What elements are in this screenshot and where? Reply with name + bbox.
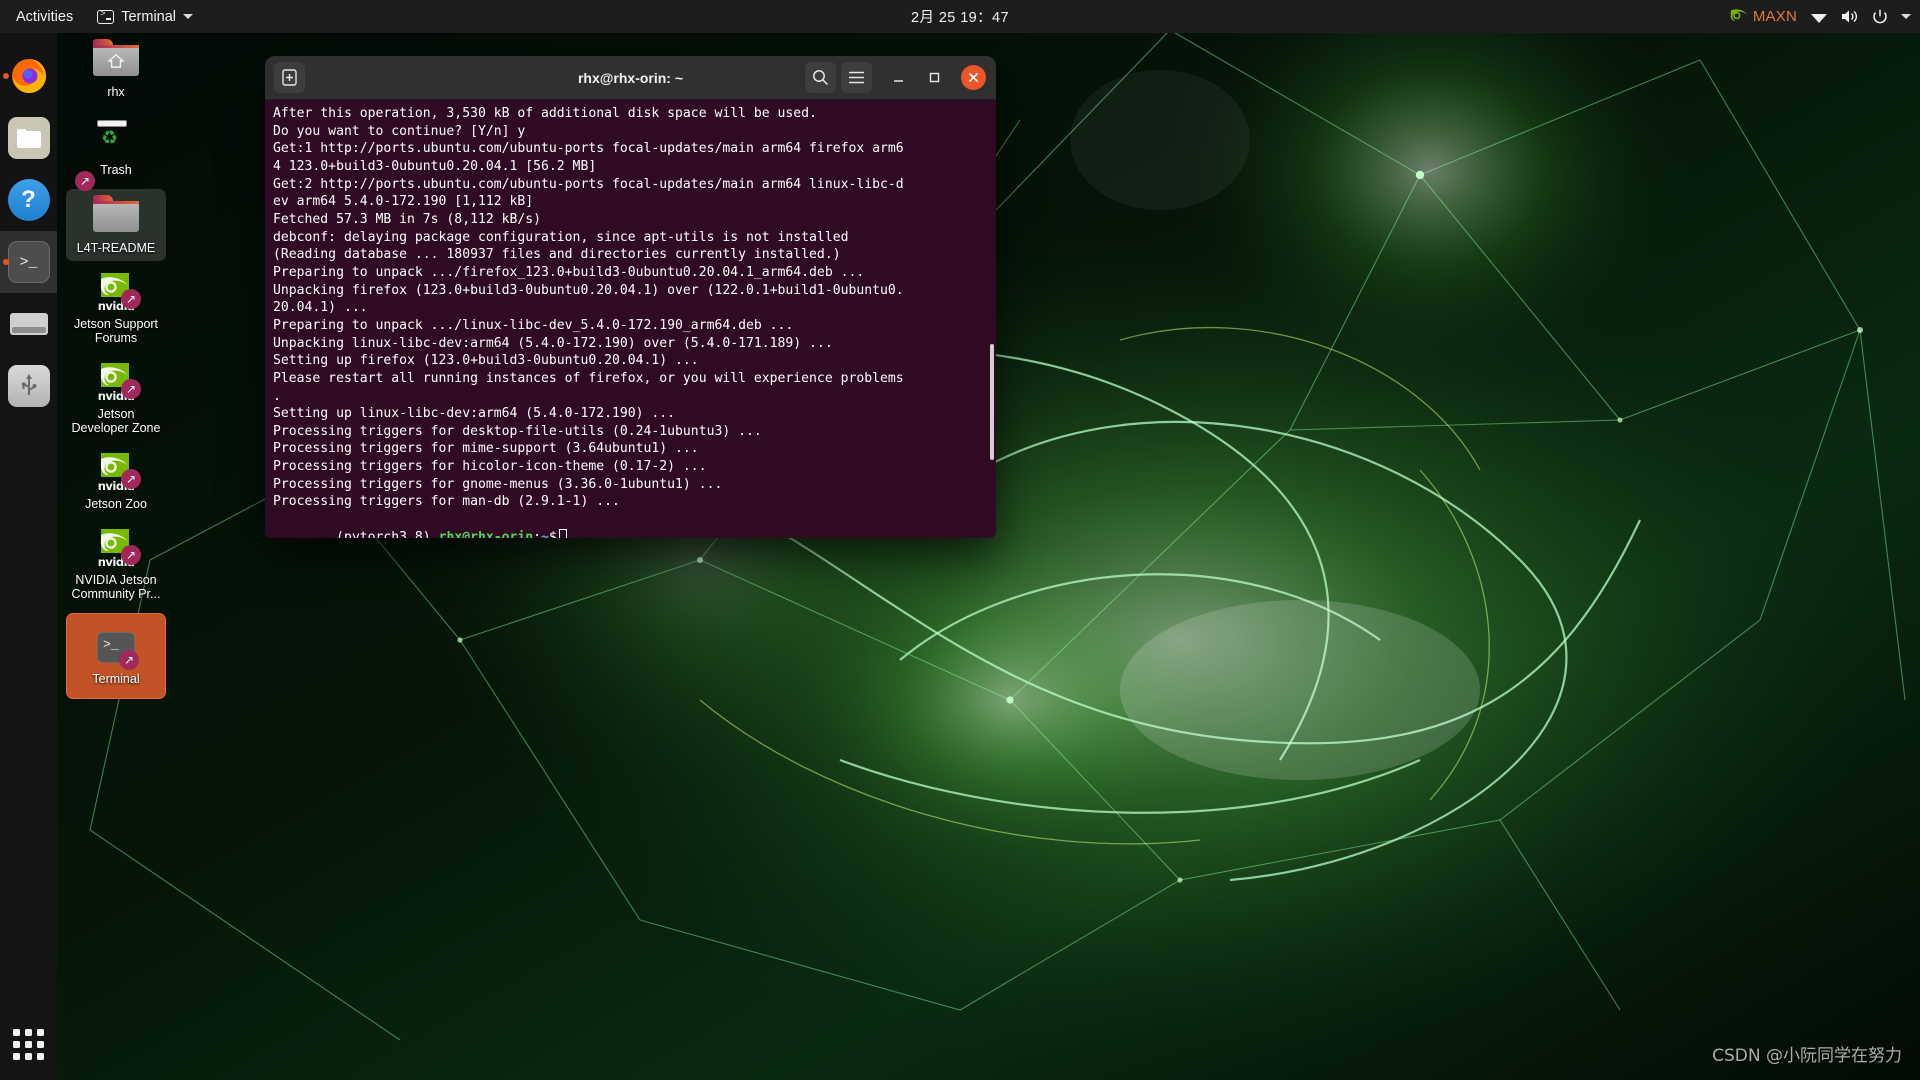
nvidia-shortcut-icon: nvidia ↗ [93,529,141,569]
desktop-screen: Activities Terminal 2月 25 19：47 MAXN [0,0,1920,1080]
nvidia-logo-icon [1730,9,1747,21]
desktop-icon-jetson-zoo[interactable]: nvidia ↗ Jetson Zoo [66,447,166,517]
terminal-output: After this operation, 3,530 kB of additi… [273,106,904,510]
dock-item-terminal[interactable]: >_ [0,231,57,293]
terminal-prompt-line: (pytorch3.8) rhx@rhx-orin:~$ [273,511,996,538]
desktop-icon-label: Terminal [92,672,140,686]
terminal-content-area[interactable]: After this operation, 3,530 kB of additi… [265,100,996,538]
prompt-sigil: $ [548,529,557,538]
desktop-icon-label: rhx [107,85,125,99]
terminal-icon [97,9,115,24]
trash-icon: ♻ [101,128,119,149]
power-mode-label: MAXN [1752,8,1797,25]
volume-icon[interactable] [1841,9,1859,24]
running-indicator [3,259,9,265]
terminal-title-bar[interactable]: rhx@rhx-orin: ~ [265,56,996,100]
prompt-path: ~ [541,529,549,538]
nvidia-shortcut-icon: nvidia ↗ [93,363,141,403]
desktop-icon-jetson-support-forums[interactable]: nvidia ↗ Jetson Support Forums [66,267,166,351]
terminal-scrollbar[interactable] [990,344,994,460]
shortcut-badge-icon: ↗ [121,379,141,399]
desktop-icon-rhx[interactable]: rhx [66,33,166,105]
desktop-icon-nvidia-jetson-community-projects[interactable]: nvidia ↗ NVIDIA Jetson Community Pr... [66,523,166,607]
shortcut-badge-icon: ↗ [75,171,95,191]
desktop-icon-jetson-developer-zone[interactable]: nvidia ↗ Jetson Developer Zone [66,357,166,441]
terminal-icon: >_ [7,241,50,283]
text-cursor [558,528,567,538]
shortcut-badge-icon: ↗ [121,469,141,489]
desktop-icon-terminal[interactable]: >_ ↗ Terminal [66,613,166,699]
dock-item-help[interactable]: ? [0,169,57,231]
shortcut-badge-icon: ↗ [119,650,139,670]
desktop-icon-label: Jetson Developer Zone [71,407,161,435]
close-icon[interactable] [961,65,986,90]
desktop-icon-label: NVIDIA Jetson Community Pr... [71,573,161,601]
maximize-icon[interactable] [919,62,950,93]
wifi-icon[interactable] [1810,10,1828,24]
folder-shortcut-icon: ↗ [75,171,139,237]
show-applications-button[interactable] [0,1008,57,1080]
power-icon[interactable] [1872,9,1888,25]
shortcut-badge-icon: ↗ [121,545,141,565]
prompt-user-host: rhx@rhx-orin [438,529,534,538]
hamburger-menu-icon[interactable] [841,62,872,93]
minimize-icon[interactable] [883,62,914,93]
watermark: CSDN @小阮同学在努力 [1712,1046,1902,1066]
left-dock: ? >_ [0,33,57,1080]
top-bar: Activities Terminal 2月 25 19：47 MAXN [0,0,1920,33]
desktop-icon-l4t-readme[interactable]: ↗ L4T-README [66,171,166,261]
status-menu-chevron-down-icon[interactable] [1901,14,1911,19]
usb-icon [7,365,50,407]
dock-item-files[interactable] [0,107,57,169]
search-icon[interactable] [805,62,836,93]
clock[interactable]: 2月 25 19：47 [911,6,1009,27]
home-folder-icon [93,39,139,81]
power-mode-indicator[interactable]: MAXN [1728,8,1797,25]
new-tab-icon[interactable] [274,62,305,93]
desktop-icon-label: Jetson Zoo [85,497,147,511]
nvidia-shortcut-icon: nvidia ↗ [93,453,141,493]
dock-item-disk[interactable] [0,293,57,355]
desktop-icon-label: Jetson Support Forums [73,317,159,345]
prompt-separator: : [533,529,542,538]
desktop-icon-label: Trash [100,163,132,177]
running-indicator [3,73,9,79]
system-status-area[interactable]: MAXN [1728,0,1911,33]
activities-button[interactable]: Activities [0,0,87,33]
dock-item-usb[interactable] [0,355,57,417]
files-folder-icon [7,117,50,159]
chevron-down-icon [183,14,194,19]
terminal-window[interactable]: rhx@rhx-orin: ~ After this operation, 3,… [265,56,996,538]
app-grid-icon [13,1028,44,1060]
app-menu-terminal[interactable]: Terminal [87,0,203,33]
app-menu-label: Terminal [121,8,177,25]
terminal-shortcut-icon: >_ ↗ [93,626,139,670]
desktop-icon-label: L4T-README [76,241,156,255]
shortcut-badge-icon: ↗ [121,289,141,309]
hard-drive-icon [8,303,50,345]
conda-env-label: (pytorch3.8) [336,529,439,538]
desktop-icon-grid: rhx ♻ Trash ↗ L4T-README nvidia ↗ Jetson… [61,33,171,705]
nvidia-shortcut-icon: nvidia ↗ [93,273,141,313]
dock-item-firefox[interactable] [0,45,57,107]
firefox-icon [8,55,50,97]
help-question-icon: ? [7,179,50,221]
